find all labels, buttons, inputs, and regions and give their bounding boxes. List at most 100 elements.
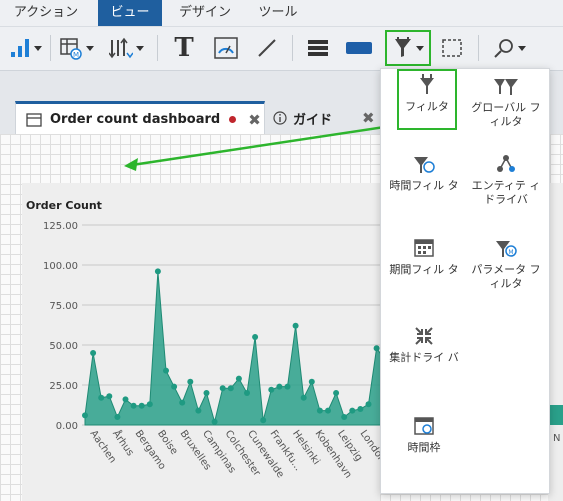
menu-item-label: 時間枠: [407, 441, 441, 454]
menu-item-label: 集計ドライ バ: [389, 351, 459, 364]
tab-order-count-dashboard[interactable]: Order count dashboard ✖: [15, 101, 265, 135]
chevron-down-icon: [415, 45, 424, 51]
menu-item-parameter-filter[interactable]: M パラメータ フィルタ: [471, 237, 541, 291]
chart-title: Order Count: [26, 199, 102, 212]
data-point[interactable]: [244, 390, 250, 396]
order-count-chart: Order Count 0.00 25.00 50.00 75.00 100.00 125…: [26, 199, 380, 480]
chevron-down-icon: [135, 45, 144, 51]
data-point[interactable]: [235, 375, 242, 382]
line-button[interactable]: [252, 32, 282, 64]
y-tick-label: 50.00: [49, 341, 78, 352]
svg-text:N: N: [553, 433, 560, 444]
data-point[interactable]: [349, 407, 356, 414]
data-point[interactable]: [276, 383, 283, 390]
gauge-button[interactable]: [208, 32, 244, 64]
data-point[interactable]: [341, 414, 348, 420]
chart-panel[interactable]: Order Count 0.00 25.00 50.00 75.00 100.00 125…: [22, 183, 380, 501]
gauge-icon: [214, 37, 238, 59]
data-point[interactable]: [284, 383, 291, 390]
list-button[interactable]: [300, 32, 336, 64]
table-icon: M: [59, 38, 82, 60]
data-point[interactable]: [154, 268, 161, 275]
toolbar: M T: [0, 27, 563, 71]
data-point[interactable]: [211, 418, 218, 425]
svg-text:M: M: [72, 51, 78, 59]
data-point[interactable]: [227, 385, 234, 392]
data-point[interactable]: [252, 334, 259, 340]
svg-text:M: M: [508, 249, 513, 256]
period-filter-icon: [414, 239, 434, 257]
data-point[interactable]: [316, 407, 323, 414]
menu-item-time-frame[interactable]: 時間枠: [389, 415, 459, 455]
y-tick-label: 25.00: [49, 381, 78, 392]
info-icon: [273, 111, 287, 125]
filter-icon: [394, 37, 411, 57]
data-point[interactable]: [195, 407, 202, 414]
menu-item-label: パラメータ フィルタ: [471, 263, 541, 290]
data-point[interactable]: [292, 322, 299, 329]
chart-panel-edge: N: [548, 183, 563, 501]
menu-tools[interactable]: ツール: [250, 0, 306, 26]
table-button[interactable]: M: [55, 32, 97, 64]
selection-icon: [442, 39, 462, 57]
tab-guide[interactable]: ガイド ✖: [267, 101, 387, 135]
data-point[interactable]: [90, 350, 97, 356]
data-point[interactable]: [138, 402, 145, 409]
menu-view[interactable]: ビュー: [98, 0, 162, 26]
line-icon: [258, 39, 276, 57]
menu-bar: アクション ビュー デザイン ツール: [0, 0, 563, 27]
list-icon: [308, 40, 328, 56]
data-point[interactable]: [106, 393, 113, 400]
search-button[interactable]: [488, 32, 530, 64]
menu-item-global-filter[interactable]: グローバル フィルタ: [471, 75, 541, 129]
data-point[interactable]: [300, 394, 307, 401]
data-point[interactable]: [82, 412, 88, 419]
data-point[interactable]: [308, 378, 315, 385]
menu-actions[interactable]: アクション: [10, 0, 82, 26]
data-point[interactable]: [122, 396, 129, 403]
button-widget-button[interactable]: [342, 32, 376, 64]
menu-item-label: フィルタ: [405, 100, 449, 113]
text-icon: T: [174, 33, 194, 63]
data-point[interactable]: [114, 414, 121, 420]
menu-item-aggregate-driver[interactable]: 集計ドライ バ: [389, 325, 459, 365]
data-point[interactable]: [171, 383, 178, 390]
filter-menu-button[interactable]: [385, 30, 431, 66]
close-icon[interactable]: ✖: [362, 109, 375, 127]
data-point[interactable]: [325, 407, 331, 414]
text-button[interactable]: T: [167, 32, 201, 64]
data-point[interactable]: [130, 402, 137, 409]
data-point[interactable]: [365, 401, 372, 408]
data-point[interactable]: [357, 406, 364, 412]
sort-button[interactable]: [104, 32, 148, 64]
selection-button[interactable]: [437, 32, 467, 64]
data-point[interactable]: [260, 417, 267, 424]
menu-item-label: グローバル フィルタ: [471, 101, 541, 128]
menu-design[interactable]: デザイン: [170, 0, 240, 26]
sort-icon: [108, 37, 133, 59]
data-point[interactable]: [373, 345, 380, 352]
time-frame-icon: [414, 417, 434, 435]
menu-item-entity-driver[interactable]: エンティテ ィドライバ: [471, 153, 541, 207]
data-point[interactable]: [179, 399, 186, 406]
menu-item-time-filter[interactable]: 時間フィル タ: [389, 153, 459, 193]
chevron-down-icon: [33, 45, 42, 51]
tab-label: Order count dashboard: [50, 112, 221, 127]
bar-chart-icon: [10, 39, 29, 57]
data-point[interactable]: [146, 401, 153, 408]
chevron-down-icon: [517, 45, 526, 51]
data-point[interactable]: [187, 378, 194, 385]
menu-item-period-filter[interactable]: 期間フィル タ: [389, 237, 459, 277]
y-tick-label: 125.00: [43, 221, 78, 232]
data-point[interactable]: [268, 386, 275, 393]
data-point[interactable]: [163, 367, 169, 374]
data-point[interactable]: [219, 385, 226, 392]
data-point[interactable]: [98, 394, 105, 401]
close-icon[interactable]: ✖: [248, 111, 261, 129]
y-tick-label: 75.00: [49, 301, 78, 312]
data-point[interactable]: [333, 390, 340, 396]
data-point[interactable]: [203, 390, 210, 396]
area-series: [84, 271, 380, 426]
menu-item-filter[interactable]: フィルタ: [397, 69, 457, 130]
chart-type-button[interactable]: [4, 32, 46, 64]
